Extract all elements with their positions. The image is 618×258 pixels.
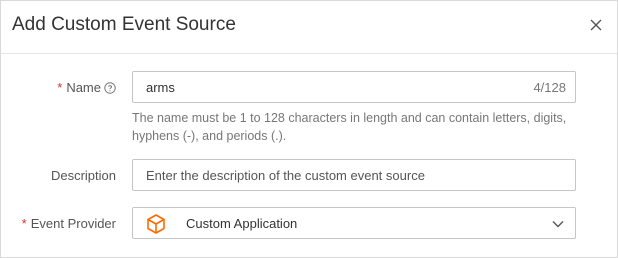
description-placeholder: Enter the description of the custom even… bbox=[146, 168, 425, 183]
chevron-down-icon bbox=[551, 217, 565, 231]
event-provider-label: * Event Provider bbox=[22, 216, 116, 232]
hexagon-cube-icon bbox=[145, 213, 167, 235]
name-char-counter: 4/128 bbox=[533, 80, 566, 95]
name-label: * Name bbox=[57, 80, 116, 98]
dialog-title: Add Custom Event Source bbox=[12, 14, 236, 35]
description-field[interactable]: Enter the description of the custom even… bbox=[132, 159, 576, 191]
required-mark: * bbox=[21, 216, 27, 231]
name-value: arms bbox=[146, 80, 175, 95]
add-custom-event-source-dialog: Add Custom Event Source * Name arms 4/128… bbox=[0, 0, 618, 258]
event-provider-value: Custom Application bbox=[186, 216, 298, 231]
required-mark: * bbox=[57, 80, 63, 95]
event-provider-label-text: Event Provider bbox=[30, 216, 116, 231]
close-icon[interactable] bbox=[586, 15, 606, 35]
description-label: Description bbox=[50, 168, 116, 183]
event-provider-select[interactable]: Custom Application bbox=[132, 207, 576, 239]
name-label-text: Name bbox=[66, 80, 101, 95]
name-field[interactable]: arms 4/128 bbox=[132, 71, 576, 103]
help-circle-icon[interactable] bbox=[104, 82, 116, 98]
name-hint: The name must be 1 to 128 characters in … bbox=[132, 111, 567, 143]
dialog-header: Add Custom Event Source bbox=[1, 1, 617, 54]
